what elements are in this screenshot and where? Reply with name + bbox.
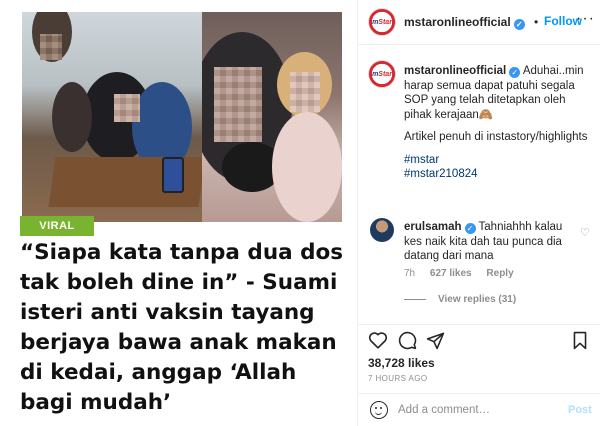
hashtag-link[interactable]: #mstar	[404, 153, 592, 168]
comment-like-heart-icon[interactable]: ♡	[580, 226, 590, 239]
comment-meta: 7h 627 likes Reply	[404, 268, 526, 279]
viral-tag: VIRAL	[20, 216, 94, 236]
verified-badge-icon: ✓	[464, 223, 476, 234]
commenter-username[interactable]: erulsamah	[404, 221, 462, 233]
comment-likes[interactable]: 627 likes	[430, 268, 472, 279]
avatar-logo: mStar	[372, 18, 392, 26]
verified-badge-icon: ✓	[513, 19, 525, 30]
reply-button[interactable]: Reply	[486, 268, 513, 279]
more-options-icon[interactable]: ···	[576, 10, 595, 28]
likes-count[interactable]: 38,728 likes	[368, 356, 435, 370]
commenter-avatar[interactable]	[370, 218, 394, 242]
caption-avatar[interactable]: mStar	[368, 60, 396, 88]
separator-dot: •	[534, 15, 539, 29]
avatar-logo: mStar	[372, 70, 392, 78]
comment-time: 7h	[404, 268, 416, 279]
view-replies-button[interactable]: View replies (31)	[404, 294, 516, 305]
header-username[interactable]: mstaronlineofficial ✓	[404, 15, 525, 30]
post-timestamp[interactable]: 7 HOURS AGO	[368, 374, 428, 383]
post-media[interactable]: VIRAL “Siapa kata tanpa dua dos tak bole…	[0, 0, 358, 426]
divider-line	[404, 298, 426, 300]
heart-icon[interactable]	[368, 331, 388, 349]
post-photo-right	[202, 12, 342, 222]
emoji-icon[interactable]	[370, 401, 388, 419]
share-icon[interactable]	[426, 331, 445, 350]
post-side-panel: mStar mstaronlineofficial ✓ • Follow ··· …	[358, 0, 600, 426]
caption-username[interactable]: mstaronlineofficial	[404, 65, 506, 77]
avatar[interactable]: mStar	[368, 8, 396, 36]
caption-message-2: Artikel penuh di instastory/highlights	[404, 131, 588, 143]
comment-icon[interactable]	[398, 331, 417, 350]
comments-section[interactable]: mStar mstaronlineofficial ✓ Aduhai..min h…	[358, 46, 600, 323]
post-header: mStar mstaronlineofficial ✓ • Follow ···	[358, 0, 600, 45]
post-comment-button[interactable]: Post	[568, 404, 592, 416]
comment-composer: Post	[358, 393, 600, 426]
hashtag-link[interactable]: #mstar210824	[404, 167, 592, 182]
view-replies-label: View replies (31)	[438, 294, 517, 305]
bookmark-icon[interactable]	[572, 331, 588, 350]
comment-input[interactable]	[398, 400, 558, 420]
action-bar	[358, 324, 600, 354]
caption-text: mstaronlineofficial ✓ Aduhai..min harap s…	[404, 64, 592, 182]
verified-badge-icon: ✓	[509, 67, 521, 78]
post-headline: “Siapa kata tanpa dua dos tak boleh dine…	[20, 240, 344, 415]
comment-text: erulsamah ✓ Tahniahhh kalau kes naik kita…	[404, 220, 568, 264]
post-photo-left	[22, 12, 202, 222]
